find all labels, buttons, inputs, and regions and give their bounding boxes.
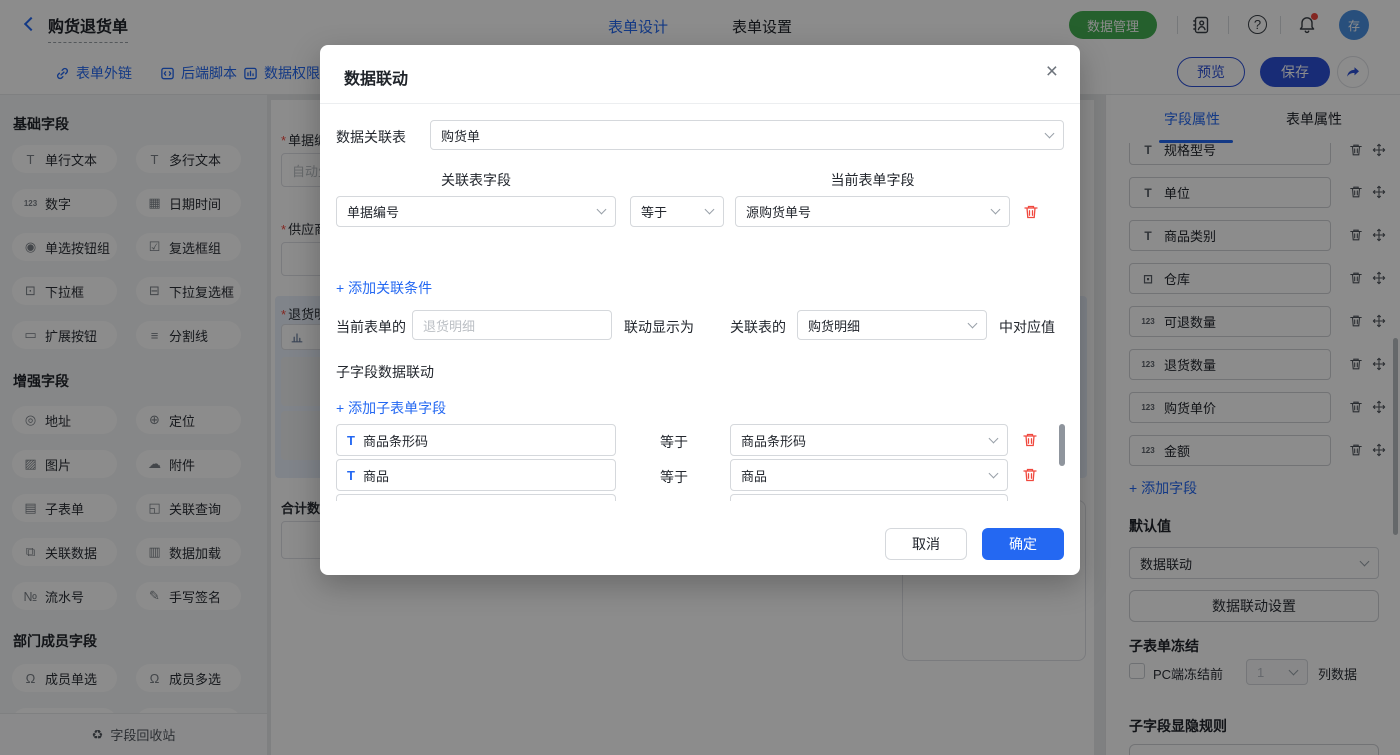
related-subform-select[interactable]: 购货明细	[797, 310, 987, 340]
subfield-target-select[interactable]: 商品	[730, 459, 1008, 491]
display-as-label: 联动显示为	[624, 317, 694, 337]
mapping-suffix-label: 中对应值	[999, 317, 1055, 337]
chevron-down-icon	[597, 205, 607, 215]
text-icon: T	[347, 433, 355, 448]
modal-scrollbar[interactable]	[1059, 424, 1065, 466]
delete-subfield-icon[interactable]	[1022, 467, 1038, 483]
related-table-prefix: 关联表的	[730, 317, 786, 337]
subfield-linkage-title: 子字段数据联动	[336, 362, 434, 382]
relation-table-label: 数据关联表	[336, 127, 406, 147]
text-icon: T	[347, 468, 355, 483]
confirm-button[interactable]: 确定	[982, 528, 1064, 560]
subfield-source-box[interactable]: T商品	[336, 459, 616, 491]
subfield-source-box-partial	[336, 494, 616, 501]
chevron-down-icon	[989, 433, 999, 443]
subfield-source-box[interactable]: T商品条形码	[336, 424, 616, 456]
dialog-title: 数据联动	[344, 65, 408, 89]
equals-label: 等于	[660, 467, 688, 487]
chevron-down-icon	[705, 205, 715, 215]
relation-table-select[interactable]: 购货单	[430, 120, 1064, 150]
current-subform-input[interactable]: 退货明细	[412, 310, 612, 340]
chevron-down-icon	[989, 468, 999, 478]
equals-label: 等于	[660, 432, 688, 452]
column-header-current-field: 当前表单字段	[735, 170, 1010, 190]
delete-condition-icon[interactable]	[1023, 204, 1039, 220]
condition-operator-select[interactable]: 等于	[630, 196, 724, 227]
subfield-target-select-partial	[730, 494, 1008, 501]
column-header-related-field: 关联表字段	[336, 170, 616, 190]
add-condition-link[interactable]: + 添加关联条件	[336, 278, 432, 298]
current-form-prefix: 当前表单的	[336, 317, 406, 337]
condition-target-select[interactable]: 源购货单号	[735, 196, 1010, 227]
chevron-down-icon	[1045, 128, 1055, 138]
divider	[320, 103, 1080, 104]
data-linkage-dialog: 数据联动 × 数据关联表 购货单 关联表字段 当前表单字段 单据编号 等于 源购…	[320, 45, 1080, 575]
add-subform-field-link[interactable]: + 添加子表单字段	[336, 398, 446, 418]
close-icon[interactable]: ×	[1046, 61, 1058, 82]
chevron-down-icon	[968, 318, 978, 328]
subfield-target-select[interactable]: 商品条形码	[730, 424, 1008, 456]
delete-subfield-icon[interactable]	[1022, 432, 1038, 448]
cancel-button[interactable]: 取消	[885, 528, 967, 560]
condition-field-select[interactable]: 单据编号	[336, 196, 616, 227]
chevron-down-icon	[991, 205, 1001, 215]
